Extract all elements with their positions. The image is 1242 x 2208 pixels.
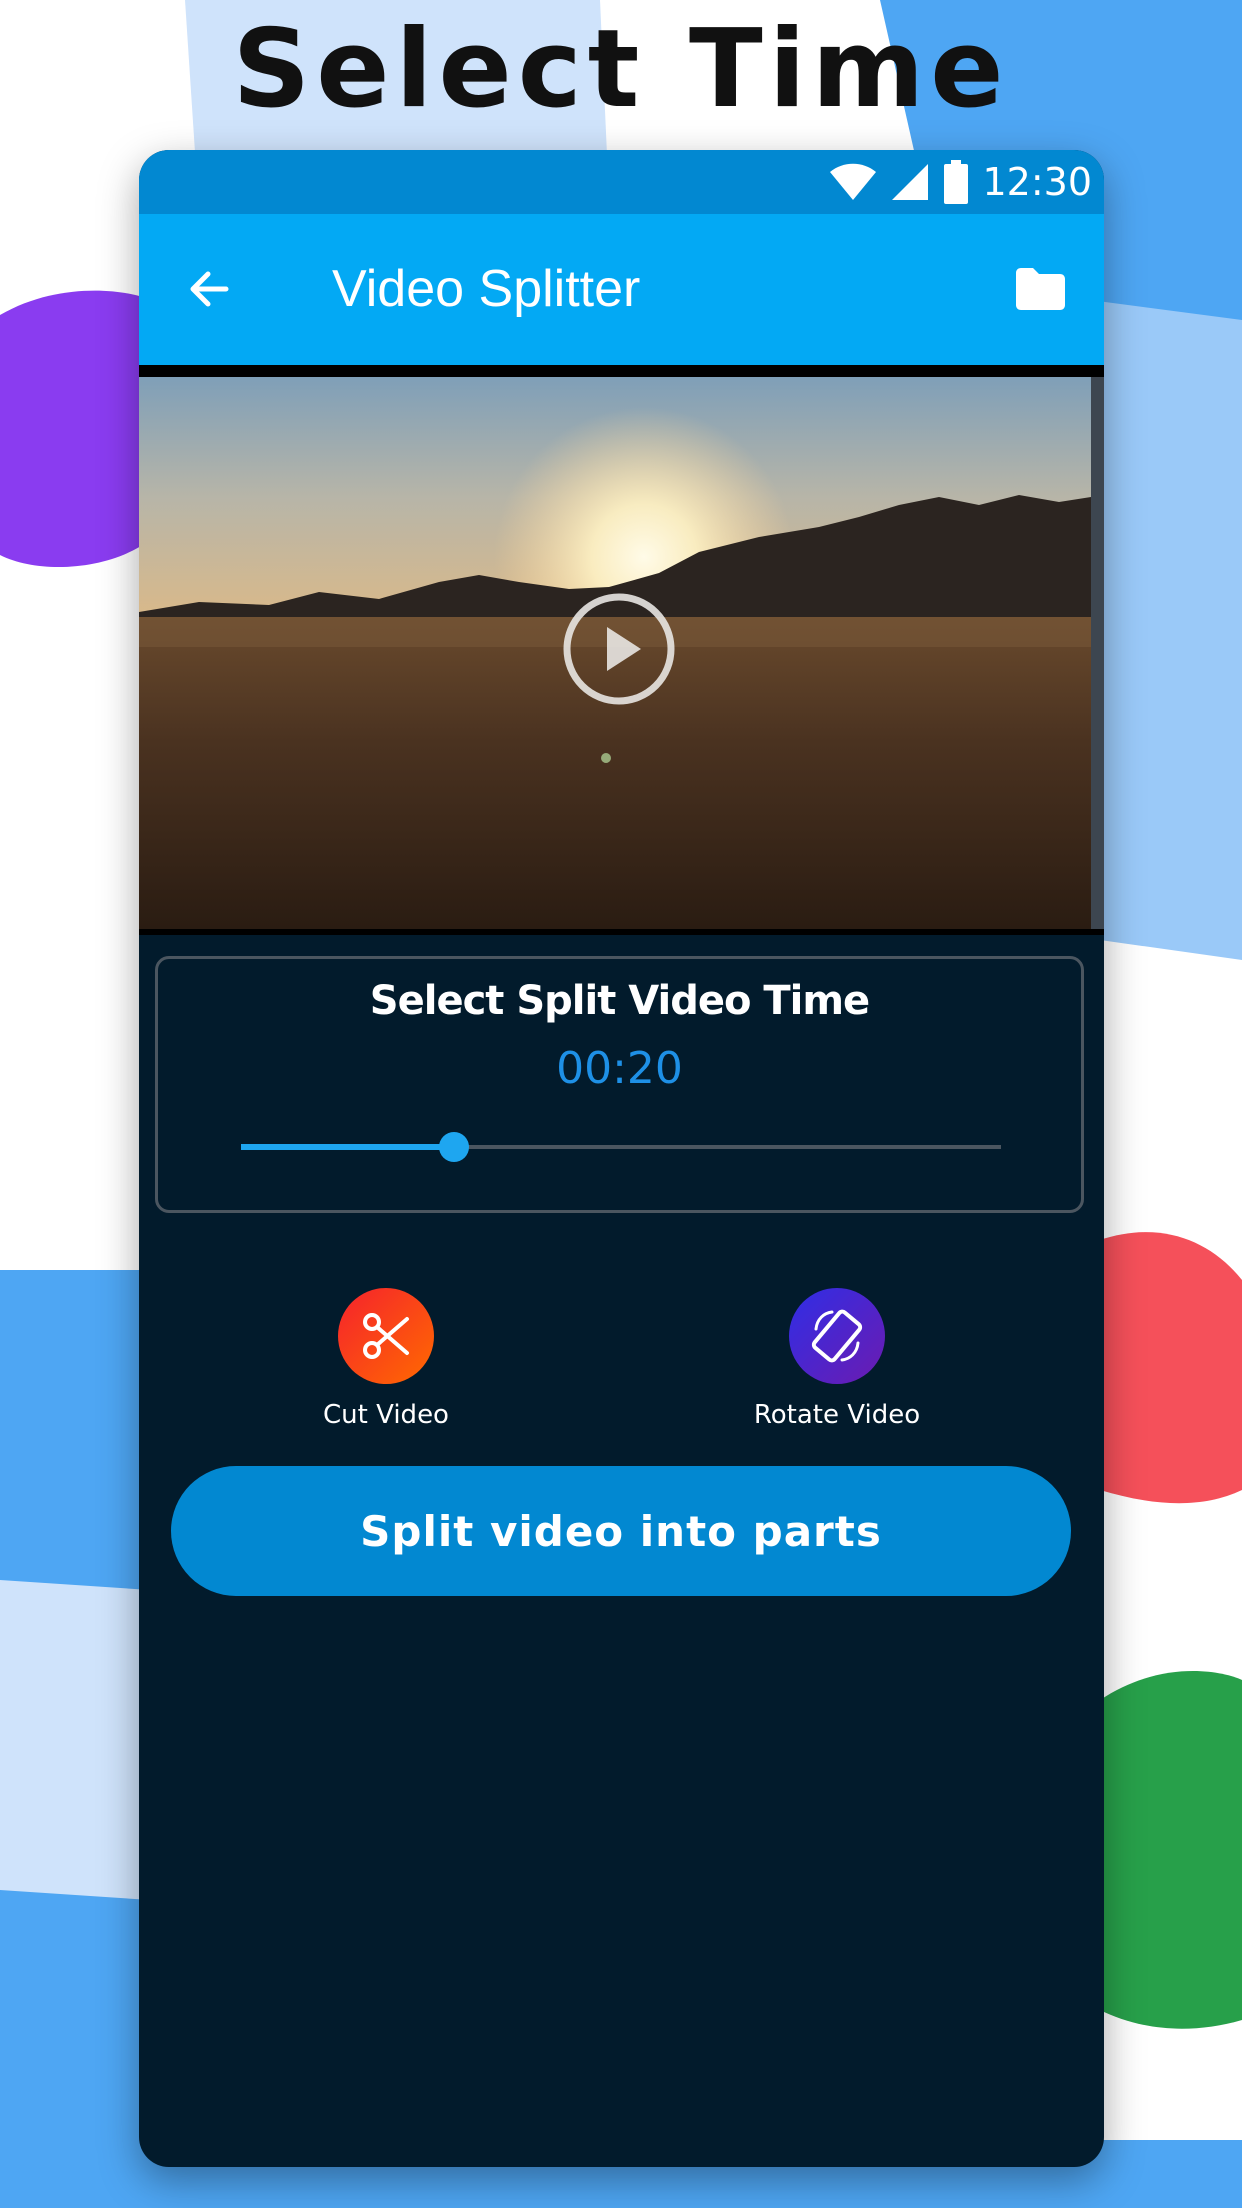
slider-thumb[interactable] — [439, 1132, 469, 1162]
split-time-slider[interactable] — [241, 1132, 1001, 1162]
split-time-card: Select Split Video Time 00:20 — [155, 956, 1084, 1213]
bg-pale-band-left — [0, 1580, 150, 1900]
rotate-video-button[interactable]: Rotate Video — [737, 1288, 937, 1432]
bg-red-blob — [1100, 1232, 1242, 1504]
split-time-value: 00:20 — [556, 1043, 683, 1094]
arrow-left-icon — [190, 271, 229, 307]
bg-green-blob — [1100, 1671, 1242, 2029]
phone-screen: 12:30 Video Splitter Select Split Video … — [139, 150, 1104, 2167]
rotate-icon — [811, 1309, 863, 1363]
signal-icon — [892, 164, 929, 200]
back-button[interactable] — [179, 259, 239, 319]
bg-pale-blue-right — [1090, 300, 1242, 960]
video-scrollbar[interactable] — [1091, 377, 1104, 929]
bg-purple-blob — [0, 290, 150, 567]
promo-title: Select Time — [232, 7, 1010, 132]
slider-fill — [241, 1144, 454, 1150]
status-time: 12:30 — [982, 160, 1092, 204]
rotate-video-icon-circle — [789, 1288, 885, 1384]
status-icons: 12:30 — [828, 156, 1092, 208]
folder-button[interactable] — [1008, 259, 1072, 319]
split-video-button[interactable]: Split video into parts — [171, 1466, 1071, 1596]
cut-video-label: Cut Video — [323, 1400, 449, 1430]
scissors-icon — [363, 1313, 409, 1359]
cut-video-icon-circle — [338, 1288, 434, 1384]
rotate-video-label: Rotate Video — [753, 1400, 921, 1430]
cut-video-button[interactable]: Cut Video — [286, 1288, 486, 1432]
app-title: Video Splitter — [332, 260, 641, 318]
split-time-title: Select Split Video Time — [369, 978, 870, 1024]
app-bar: Video Splitter — [139, 214, 1104, 365]
play-circle-icon[interactable] — [561, 591, 677, 707]
status-bar: 12:30 — [139, 150, 1104, 214]
battery-icon — [944, 160, 969, 204]
video-preview — [139, 365, 1104, 935]
wifi-icon — [830, 163, 877, 200]
folder-icon — [1016, 268, 1065, 310]
